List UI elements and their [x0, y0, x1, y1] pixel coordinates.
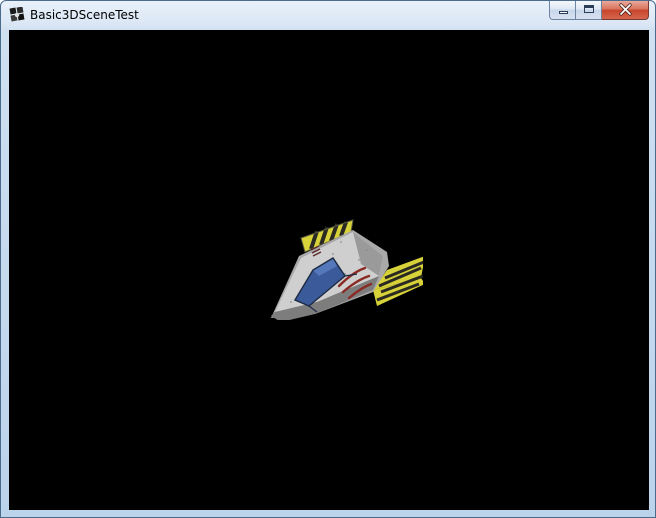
- window-title: Basic3DSceneTest: [30, 8, 139, 22]
- window-frame-bottom: [1, 510, 655, 517]
- maximize-button[interactable]: [576, 1, 602, 20]
- maximize-icon: [584, 5, 594, 13]
- spaceship-model: [271, 219, 423, 320]
- game-viewport[interactable]: [9, 30, 649, 510]
- close-icon: [619, 3, 632, 16]
- minimize-button[interactable]: [549, 1, 576, 20]
- title-bar[interactable]: Basic3DSceneTest: [1, 1, 655, 30]
- caption-buttons: [549, 1, 649, 20]
- close-button[interactable]: [602, 1, 649, 20]
- minimize-icon: [559, 11, 568, 14]
- xna-app-icon: [9, 7, 25, 22]
- app-window: Basic3DSceneTest: [0, 0, 656, 518]
